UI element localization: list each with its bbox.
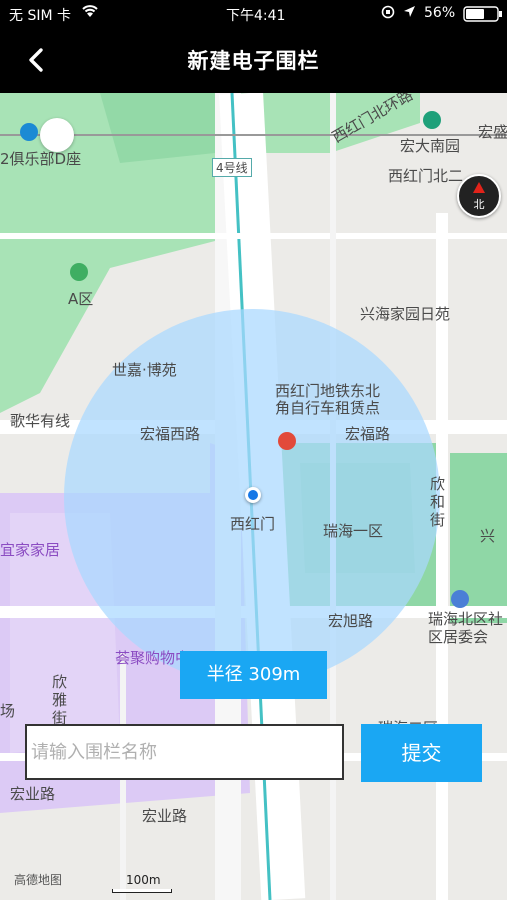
compass-button[interactable]: 北	[457, 174, 501, 218]
rotation-lock-icon	[381, 5, 395, 23]
map-label: 欣和街	[430, 475, 446, 529]
carrier-label: 无 SIM 卡	[9, 8, 71, 24]
map-label: 世嘉·博苑	[112, 361, 177, 379]
map-label: 瑞海北区社区居委会	[428, 610, 504, 646]
map-label: 兴海家园日苑	[360, 305, 451, 323]
map-label: A区	[68, 290, 94, 308]
map-label: 西红门	[230, 515, 276, 533]
restaurant-poi-icon	[278, 432, 296, 450]
status-bar: 无 SIM 卡 下午4:41 56%	[0, 0, 507, 27]
page-title: 新建电子围栏	[187, 49, 320, 73]
battery-icon	[463, 6, 503, 26]
nav-bar: 新建电子围栏	[0, 27, 507, 93]
building-poi-icon	[423, 111, 441, 129]
fence-name-input[interactable]	[25, 724, 344, 780]
map-label: 2俱乐部D座	[0, 150, 82, 168]
map-label: 宏大南园	[400, 137, 461, 155]
community-poi-icon	[451, 590, 469, 608]
map-label: 宏福路	[345, 425, 391, 443]
map-label: 兴	[480, 527, 496, 545]
clock: 下午4:41	[226, 8, 286, 24]
submit-button[interactable]: 提交	[361, 724, 482, 782]
map-logo: 高德地图	[14, 873, 63, 887]
map-label: 宜家家居	[0, 541, 61, 559]
map-label: 西红门北二	[388, 167, 464, 185]
map-label: 宏盛	[478, 123, 507, 141]
compass-needle-icon	[473, 182, 485, 193]
current-location-marker	[245, 487, 261, 503]
map-label: 宏业路	[142, 807, 188, 825]
park-poi-icon	[70, 263, 88, 281]
map-label: 欣雅街	[52, 673, 68, 727]
map-label: 宏业路	[10, 785, 56, 803]
radius-slider-handle[interactable]	[40, 118, 74, 152]
map-label: 宏旭路	[328, 612, 374, 630]
map-label: 瑞海一区	[323, 522, 384, 540]
map-label: 西红门地铁东北角自行车租赁点	[275, 382, 381, 417]
battery-percent: 56%	[424, 5, 456, 21]
map-label: 宏福西路	[140, 425, 201, 443]
building-poi-icon	[20, 123, 38, 141]
map-label: 场	[0, 702, 16, 720]
location-arrow-icon	[403, 5, 416, 22]
map-label: 歌华有线	[10, 412, 71, 430]
map-label: 4号线	[212, 158, 252, 177]
radius-badge: 半径 309m	[180, 651, 327, 699]
scale-label: 100m	[126, 873, 161, 887]
compass-north-label: 北	[473, 198, 485, 211]
wifi-icon	[81, 4, 99, 22]
scale-bar	[112, 889, 172, 893]
